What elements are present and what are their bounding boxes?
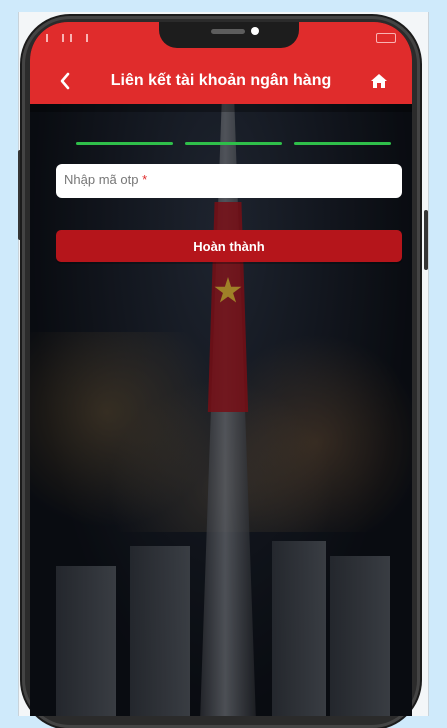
progress-step-3 — [294, 142, 391, 145]
signal-icon — [46, 34, 64, 42]
phone-screen: Liên kết tài khoản ngân hàng Nhập mã otp… — [30, 22, 412, 716]
progress-step-2 — [185, 142, 282, 145]
phone-frame: Liên kết tài khoản ngân hàng Nhập mã otp… — [22, 16, 420, 728]
page-title: Liên kết tài khoản ngân hàng — [110, 72, 332, 89]
camera-icon — [251, 27, 259, 35]
header-bar: Liên kết tài khoản ngân hàng — [30, 66, 412, 96]
header-shadow — [30, 104, 412, 112]
otp-placeholder-text: Nhập mã otp — [64, 172, 139, 187]
required-mark: * — [142, 172, 148, 187]
phone-side-button-right — [424, 210, 428, 270]
home-icon — [371, 74, 387, 88]
progress-step-1 — [76, 142, 173, 145]
complete-button[interactable]: Hoàn thành — [56, 230, 402, 262]
otp-placeholder: Nhập mã otp * — [64, 172, 147, 187]
complete-button-label: Hoàn thành — [193, 238, 265, 254]
step-progress — [76, 142, 391, 145]
signal-icons — [46, 34, 88, 42]
signal-icon-2 — [70, 34, 88, 42]
phone-notch — [159, 22, 299, 48]
battery-icon — [376, 33, 396, 43]
speaker-icon — [211, 29, 245, 34]
home-button[interactable] — [362, 66, 396, 96]
